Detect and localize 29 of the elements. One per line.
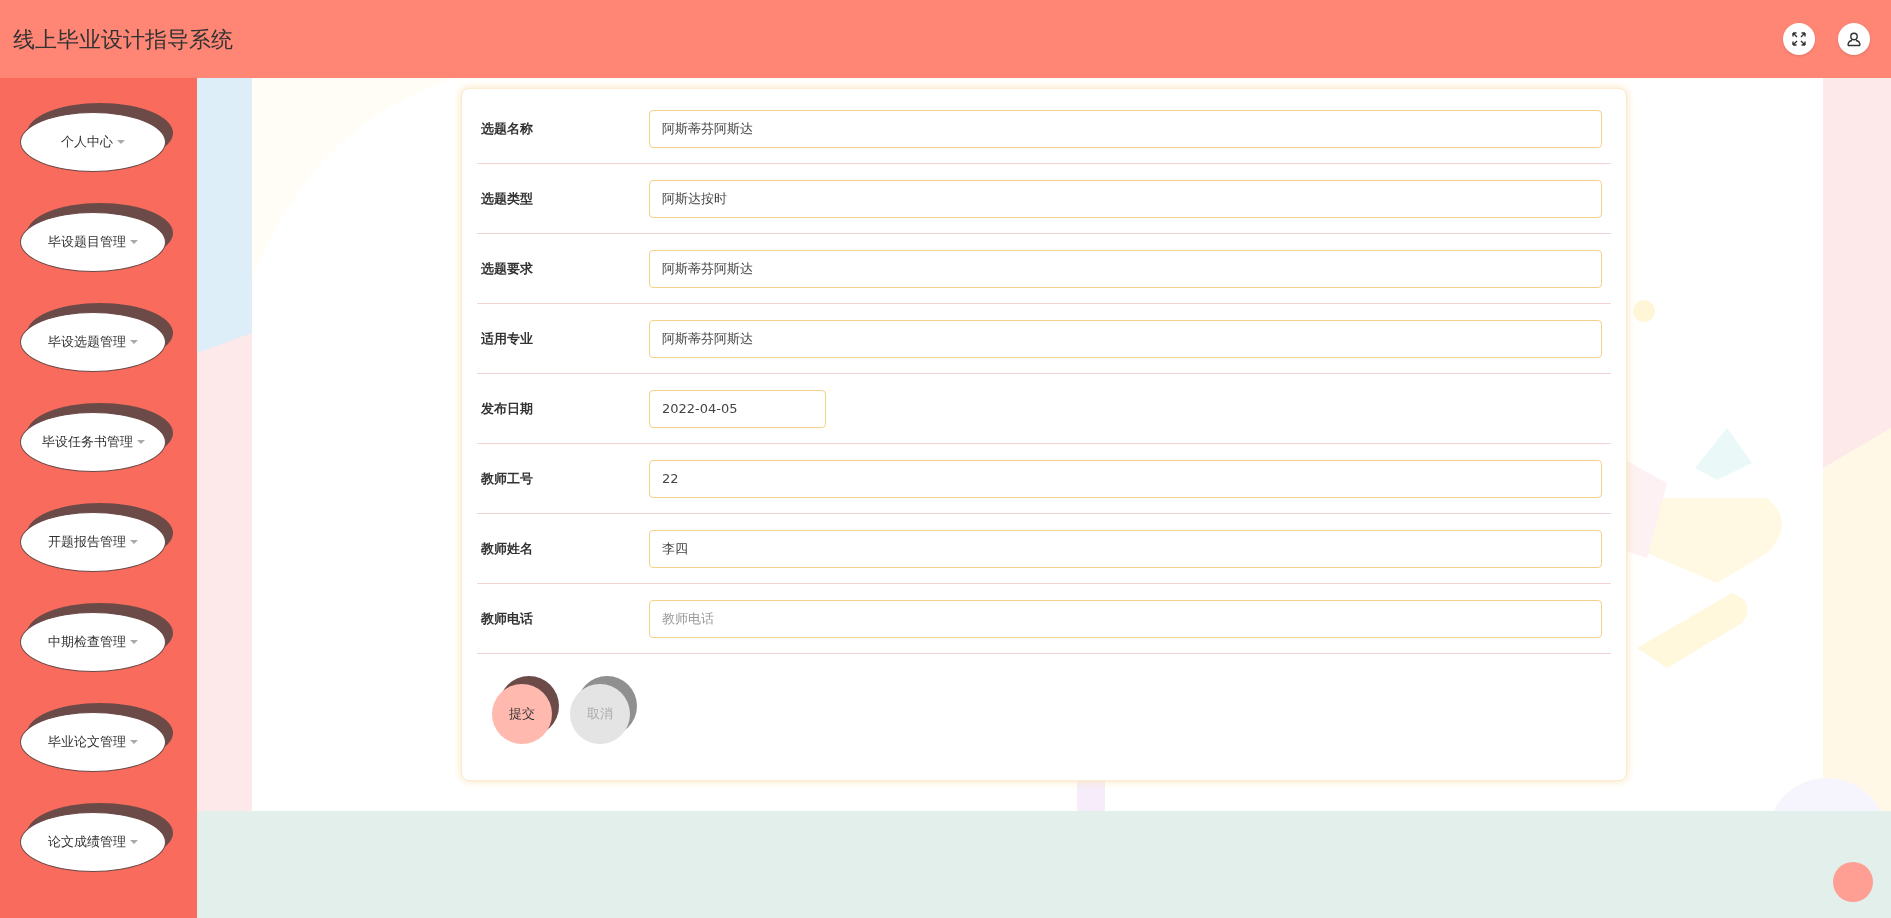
field-label: 教师电话	[481, 609, 534, 628]
fullscreen-icon	[1791, 31, 1807, 47]
field-label: 教师工号	[481, 469, 534, 488]
user-icon	[1846, 31, 1862, 47]
caret-icon	[130, 639, 138, 645]
field-label: 发布日期	[481, 399, 534, 418]
caret-icon	[130, 339, 138, 345]
input-field[interactable]: 22	[649, 459, 1602, 498]
input-field[interactable]: 教师电话	[649, 599, 1602, 638]
input-field[interactable]: 阿斯蒂芬阿斯达	[649, 249, 1602, 288]
input-field[interactable]: 阿斯蒂芬阿斯达	[649, 109, 1602, 148]
field-label: 适用专业	[481, 329, 534, 348]
app-title: 线上毕业设计指导系统	[13, 25, 233, 54]
caret-icon	[117, 139, 125, 145]
caret-icon	[136, 439, 145, 445]
field-label: 选题名称	[481, 119, 534, 138]
date-field[interactable]: 2022-04-05	[649, 389, 826, 428]
field-label: 教师姓名	[481, 539, 534, 558]
input-field[interactable]: 阿斯蒂芬阿斯达	[649, 319, 1602, 358]
input-field[interactable]: 阿斯达按时	[649, 179, 1602, 218]
user-button[interactable]	[1838, 23, 1870, 55]
caret-icon	[130, 239, 138, 245]
field-label: 选题要求	[481, 259, 534, 278]
caret-icon	[130, 839, 138, 845]
fullscreen-button[interactable]	[1783, 23, 1815, 55]
input-field[interactable]: 李四	[649, 529, 1602, 568]
field-label: 选题类型	[481, 189, 534, 208]
caret-icon	[130, 739, 138, 745]
caret-icon	[130, 539, 138, 545]
